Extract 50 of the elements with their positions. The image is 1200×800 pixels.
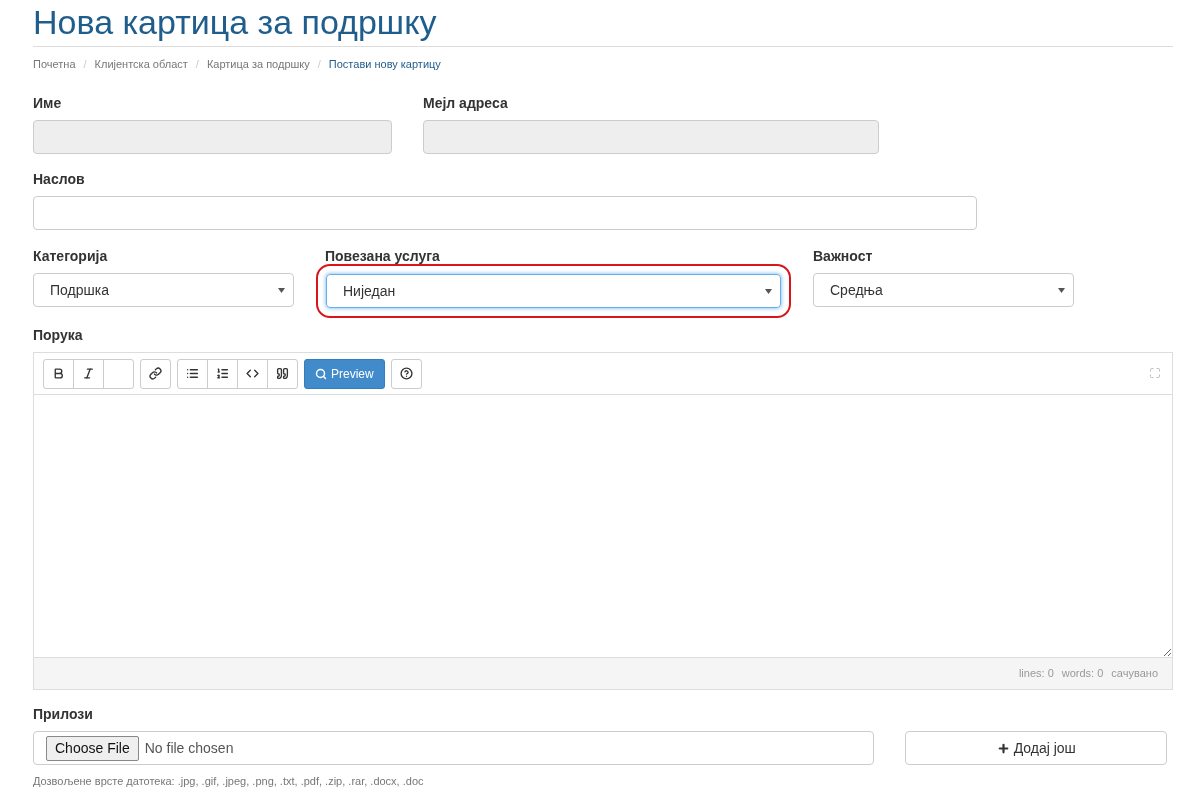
page-title: Нова картица за подршку xyxy=(33,2,437,43)
add-more-button[interactable]: Додај још xyxy=(905,731,1167,765)
breadcrumb-link[interactable]: Картица за подршку xyxy=(206,55,310,73)
field-label: Име xyxy=(33,94,62,113)
help-button[interactable] xyxy=(390,358,422,389)
list-button[interactable] xyxy=(177,358,208,389)
caret-icon xyxy=(1058,287,1065,293)
help-icon xyxy=(399,367,413,380)
file-input[interactable]: Choose File No file chosen xyxy=(33,731,875,765)
breadcrumb-separator: / xyxy=(82,56,88,72)
code-icon xyxy=(246,367,259,380)
breadcrumb-link[interactable]: Клијентска област xyxy=(94,55,188,73)
help-text: Дозвољене врсте датотека: .jpg, .gif, .jpeg, .png, .txt, .pdf, .zip, .rar, .docx, .doc xyxy=(33,774,424,789)
code-button[interactable] xyxy=(237,358,268,389)
field-label: Категорија xyxy=(33,247,108,266)
plus-icon xyxy=(996,741,1010,755)
link-icon xyxy=(149,367,162,380)
editor-status: сачувано xyxy=(1111,666,1158,682)
dropdown[interactable]: Ниједан xyxy=(326,274,781,308)
field-label: Прилози xyxy=(33,705,93,724)
subject-field[interactable] xyxy=(33,196,977,230)
choose-file-button[interactable]: Choose File xyxy=(46,735,139,761)
breadcrumb-link[interactable]: Почетна xyxy=(33,55,76,73)
field-label: Мејл адреса xyxy=(423,94,508,113)
italic-button[interactable] xyxy=(73,358,104,389)
message-editor[interactable]: Preview lines: 0 words: 0 сачувано xyxy=(33,352,1173,690)
ordered-button[interactable] xyxy=(207,358,238,389)
caret-icon xyxy=(765,288,772,294)
caret-icon xyxy=(278,287,285,293)
bullet-list-icon xyxy=(186,367,199,380)
search-icon xyxy=(315,367,327,380)
field-label: Повезана услуга xyxy=(325,247,440,266)
quote-icon xyxy=(276,367,289,380)
editor-status: words: 0 xyxy=(1061,666,1104,682)
preview-button[interactable]: Preview xyxy=(304,358,385,389)
link-button[interactable] xyxy=(140,358,171,389)
field-label: Наслов xyxy=(33,170,85,189)
bold-button[interactable] xyxy=(43,358,74,389)
breadcrumb-link[interactable]: Постави нову картицу xyxy=(328,55,441,73)
bold-icon xyxy=(52,367,65,380)
breadcrumb-separator: / xyxy=(316,56,322,72)
field-label: Порука xyxy=(33,326,83,345)
field-label: Важност xyxy=(813,247,873,266)
numbered-list-icon xyxy=(216,367,229,380)
editor-status: lines: 0 xyxy=(1018,666,1054,682)
breadcrumb-separator: / xyxy=(194,56,200,72)
dropdown[interactable]: Подршка xyxy=(33,273,294,307)
dropdown[interactable]: Средња xyxy=(813,273,1074,307)
italic-icon xyxy=(82,367,95,380)
quote-button[interactable] xyxy=(267,358,298,389)
